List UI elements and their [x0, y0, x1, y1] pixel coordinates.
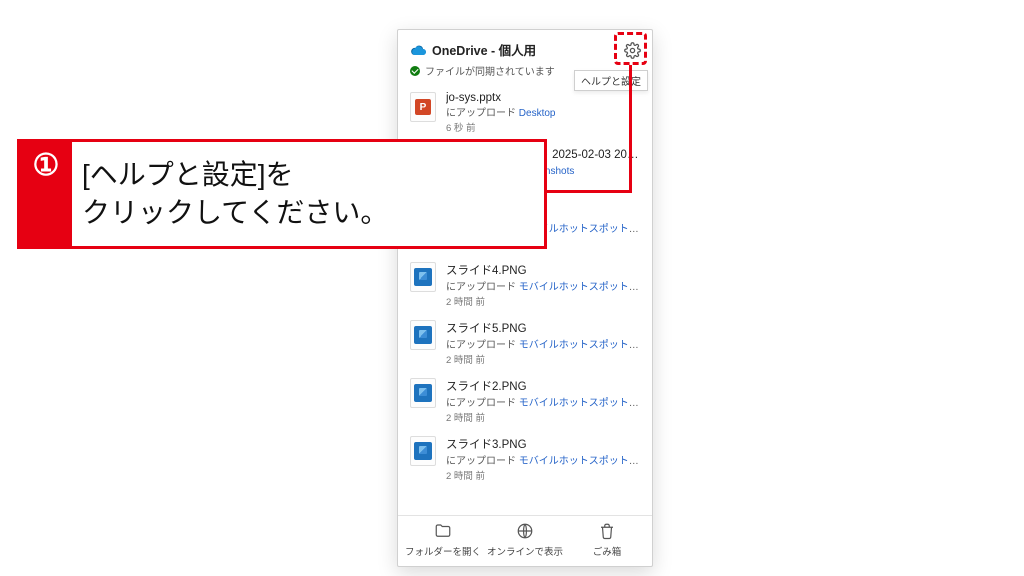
upload-location-link[interactable]: モバイルホットスポットとは？PCを...: [519, 398, 640, 409]
globe-icon: [516, 522, 534, 540]
file-activity-item[interactable]: スライド2.PNGにアップロード モバイルホットスポットとは？PCを...2 時…: [398, 372, 652, 430]
activity-time: 2 時間 前: [446, 410, 640, 424]
file-name: スライド4.PNG: [446, 262, 640, 278]
view-online-button[interactable]: オンラインで表示: [486, 522, 564, 558]
open-folder-button[interactable]: フォルダーを開く: [404, 522, 482, 558]
trash-icon: [598, 522, 616, 540]
file-name: スライド3.PNG: [446, 436, 640, 452]
upload-location: にアップロード モバイルホットスポットとは？PCを...: [446, 452, 640, 467]
image-file-icon: [410, 320, 436, 350]
file-activity-item[interactable]: Pjo-sys.pptxにアップロード Desktop6 秒 前: [398, 86, 652, 140]
flyout-footer: フォルダーを開く オンラインで表示 ごみ箱: [398, 515, 652, 566]
upload-location: にアップロード モバイルホットスポットとは？PCを...: [446, 336, 640, 351]
annotation-text: [ヘルプと設定]を クリックしてください。: [72, 150, 544, 238]
folder-icon: [434, 522, 452, 540]
upload-location: にアップロード Desktop: [446, 104, 640, 119]
image-file-icon: [410, 378, 436, 408]
cloud-icon: [410, 44, 426, 55]
annotation-step-badge: ①: [20, 142, 72, 246]
help-settings-tooltip: ヘルプと設定: [574, 70, 648, 91]
file-name: jo-sys.pptx: [446, 92, 640, 104]
gear-icon: [624, 42, 641, 59]
sync-status-text: ファイルが同期されています: [425, 63, 555, 78]
activity-time: 6 秒 前: [446, 120, 640, 134]
recycle-bin-label: ごみ箱: [593, 544, 622, 558]
open-folder-label: フォルダーを開く: [405, 544, 481, 558]
image-file-icon: [410, 436, 436, 466]
activity-time: 2 時間 前: [446, 352, 640, 366]
file-activity-item[interactable]: スライド4.PNGにアップロード モバイルホットスポットとは？PCを...2 時…: [398, 256, 652, 314]
upload-location-link[interactable]: モバイルホットスポットとは？PCを...: [519, 340, 640, 351]
recycle-bin-button[interactable]: ごみ箱: [568, 522, 646, 558]
app-title: OneDrive - 個人用: [432, 40, 536, 59]
help-settings-button[interactable]: [618, 36, 646, 64]
onedrive-flyout: OneDrive - 個人用 ファイルが同期されています ヘルプと設定 Pjo-…: [397, 29, 653, 567]
activity-time: 2 時間 前: [446, 468, 640, 482]
upload-location-link[interactable]: モバイルホットスポットとは？PCを...: [519, 282, 640, 293]
image-file-icon: [410, 262, 436, 292]
flyout-header: OneDrive - 個人用 ファイルが同期されています ヘルプと設定: [398, 30, 652, 84]
activity-time: 2 時間 前: [446, 294, 640, 308]
upload-location-link[interactable]: モバイルホットスポットとは？PCを...: [519, 456, 640, 467]
file-activity-item[interactable]: スライド3.PNGにアップロード モバイルホットスポットとは？PCを...2 時…: [398, 430, 652, 488]
upload-location-link[interactable]: Desktop: [519, 108, 556, 119]
upload-location: にアップロード モバイルホットスポットとは？PCを...: [446, 394, 640, 409]
title-row: OneDrive - 個人用: [410, 40, 640, 59]
annotation-callout: ① [ヘルプと設定]を クリックしてください。: [17, 139, 547, 249]
file-name: スライド5.PNG: [446, 320, 640, 336]
file-name: スライド2.PNG: [446, 378, 640, 394]
pptx-file-icon: P: [410, 92, 436, 122]
file-activity-item[interactable]: スライド5.PNGにアップロード モバイルホットスポットとは？PCを...2 時…: [398, 314, 652, 372]
check-icon: [410, 66, 420, 76]
view-online-label: オンラインで表示: [487, 544, 563, 558]
upload-location: にアップロード モバイルホットスポットとは？PCを...: [446, 278, 640, 293]
